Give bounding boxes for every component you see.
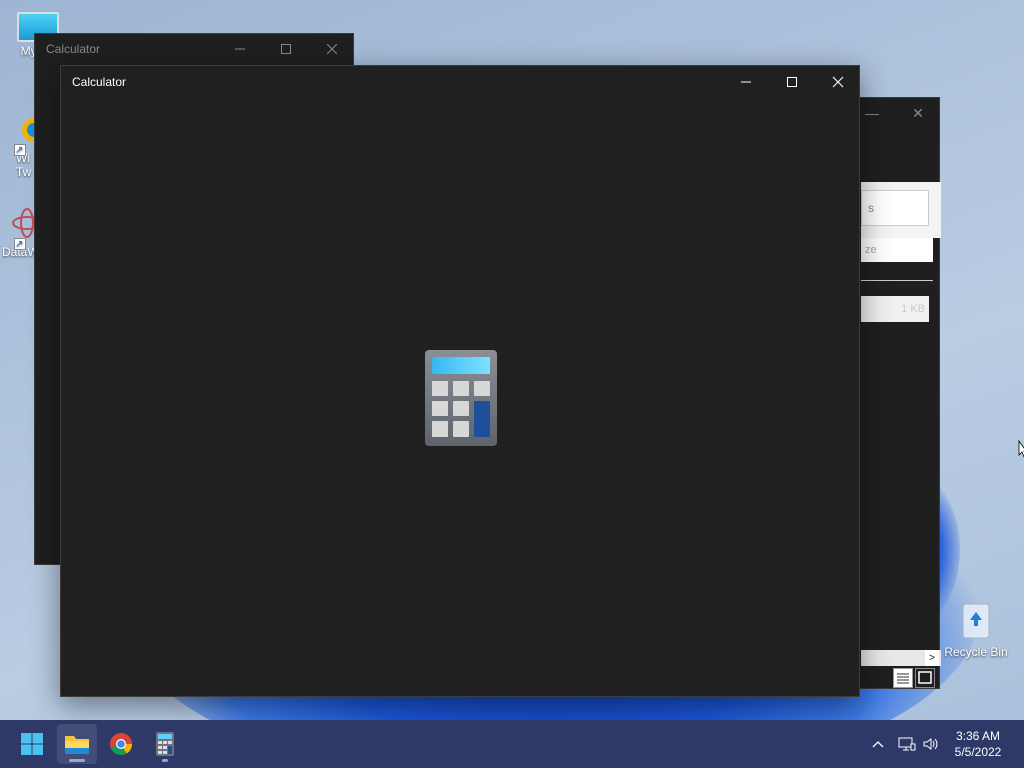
- chevron-up-icon: [872, 741, 884, 748]
- show-hidden-icons-button[interactable]: [866, 720, 890, 768]
- minimize-icon: [235, 48, 245, 50]
- maximize-icon: [787, 77, 797, 87]
- maximize-button[interactable]: [769, 66, 815, 98]
- calculator-icon: [156, 732, 174, 756]
- chrome-icon: [110, 733, 132, 755]
- desktop-icon-label: Recycle Bin: [944, 645, 1008, 659]
- recycle-bin-icon: [962, 603, 990, 639]
- minimize-button[interactable]: [723, 66, 769, 98]
- explorer-close-button[interactable]: ✕: [895, 98, 941, 128]
- calculator-titlebar[interactable]: Calculator: [61, 66, 859, 98]
- volume-button[interactable]: [919, 720, 943, 768]
- explorer-search-field[interactable]: s: [861, 190, 929, 226]
- close-icon: [327, 44, 337, 54]
- tiles-view-button[interactable]: [915, 668, 935, 688]
- taskbar-calculator[interactable]: [145, 724, 185, 764]
- explorer-header-panel: s: [861, 182, 941, 238]
- network-icon: [898, 737, 916, 751]
- clock-time: 3:36 AM: [955, 729, 1001, 743]
- taskbar-chrome[interactable]: [101, 724, 141, 764]
- close-button[interactable]: [815, 66, 861, 98]
- start-button[interactable]: [12, 724, 52, 764]
- back-minimize-button[interactable]: [217, 34, 263, 64]
- divider: [861, 280, 933, 281]
- back-maximize-button[interactable]: [263, 34, 309, 64]
- maximize-icon: [281, 44, 291, 54]
- taskbar-file-explorer[interactable]: [57, 724, 97, 764]
- clock[interactable]: 3:36 AM 5/5/2022: [948, 728, 1008, 760]
- close-icon: [832, 76, 844, 88]
- clock-date: 5/5/2022: [954, 745, 1002, 759]
- explorer-file-size: 1 KB: [861, 296, 929, 322]
- tiles-view-icon: [918, 671, 932, 684]
- list-view-icon: [897, 673, 909, 684]
- mouse-pointer-icon: [1018, 440, 1024, 458]
- taskbar: 3:36 AM 5/5/2022: [0, 720, 1024, 768]
- window-title: Calculator: [72, 75, 127, 89]
- desktop-icon-recycle-bin[interactable]: Recycle Bin: [940, 598, 1012, 659]
- explorer-column-size[interactable]: ze: [861, 238, 933, 262]
- folder-icon: [65, 736, 89, 754]
- scroll-right-button[interactable]: >: [925, 650, 939, 666]
- back-close-button[interactable]: [309, 34, 355, 64]
- details-view-button[interactable]: [893, 668, 913, 688]
- windows-start-icon: [21, 733, 43, 755]
- volume-icon: [923, 738, 938, 750]
- minimize-icon: [741, 81, 751, 83]
- shortcut-arrow-icon: ↗: [14, 144, 26, 156]
- running-indicator: [162, 759, 168, 762]
- running-indicator: [69, 759, 85, 762]
- explorer-hscrollbar[interactable]: >: [861, 650, 941, 666]
- calculator-icon: [425, 350, 497, 446]
- network-button[interactable]: [895, 720, 919, 768]
- shortcut-arrow-icon: ↗: [14, 238, 26, 250]
- calculator-window[interactable]: Calculator: [60, 65, 860, 697]
- desktop-icon-app-2[interactable]: ↗ DataW: [0, 206, 42, 259]
